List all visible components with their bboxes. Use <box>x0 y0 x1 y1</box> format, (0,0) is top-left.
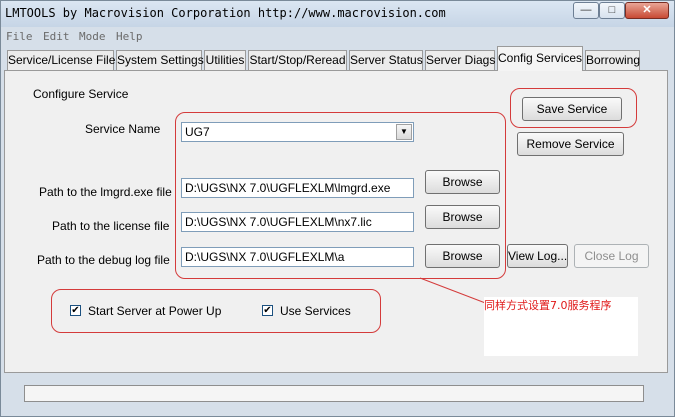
close-log-button: Close Log <box>574 244 649 268</box>
tab-system-settings[interactable]: System Settings <box>116 50 204 71</box>
menu-mode[interactable]: Mode <box>79 30 106 43</box>
debug-log-path-label: Path to the debug log file <box>37 253 170 267</box>
status-bar <box>24 385 644 402</box>
close-button[interactable]: ✕ <box>625 2 669 19</box>
annotation-text: 同样方式设置7.0服务程序 <box>484 299 612 312</box>
tab-server-diags[interactable]: Server Diags <box>425 50 495 71</box>
menu-edit[interactable]: Edit <box>43 30 70 43</box>
service-name-label: Service Name <box>85 122 161 136</box>
tab-config-services[interactable]: Config Services <box>497 46 583 71</box>
save-service-highlight-box <box>510 88 637 128</box>
tab-borrowing[interactable]: Borrowing <box>585 50 640 71</box>
window-title: LMTOOLS by Macrovision Corporation http:… <box>5 6 446 20</box>
paths-highlight-box <box>175 112 506 279</box>
tab-utilities[interactable]: Utilities <box>204 50 246 71</box>
tab-start-stop-reread[interactable]: Start/Stop/Reread <box>248 50 347 71</box>
configure-service-label: Configure Service <box>33 87 129 101</box>
license-path-label: Path to the license file <box>52 219 170 233</box>
tab-server-status[interactable]: Server Status <box>349 50 423 71</box>
remove-service-button[interactable]: Remove Service <box>517 132 624 156</box>
checkboxes-highlight-box <box>51 289 381 333</box>
menu-file[interactable]: File <box>6 30 33 43</box>
lmgrd-path-label: Path to the lmgrd.exe file <box>39 185 172 199</box>
tab-service-license-file[interactable]: Service/License File <box>7 50 115 71</box>
maximize-button[interactable]: □ <box>599 2 625 19</box>
menu-help[interactable]: Help <box>116 30 143 43</box>
view-log-button[interactable]: View Log... <box>507 244 568 268</box>
minimize-button[interactable]: — <box>573 2 599 19</box>
